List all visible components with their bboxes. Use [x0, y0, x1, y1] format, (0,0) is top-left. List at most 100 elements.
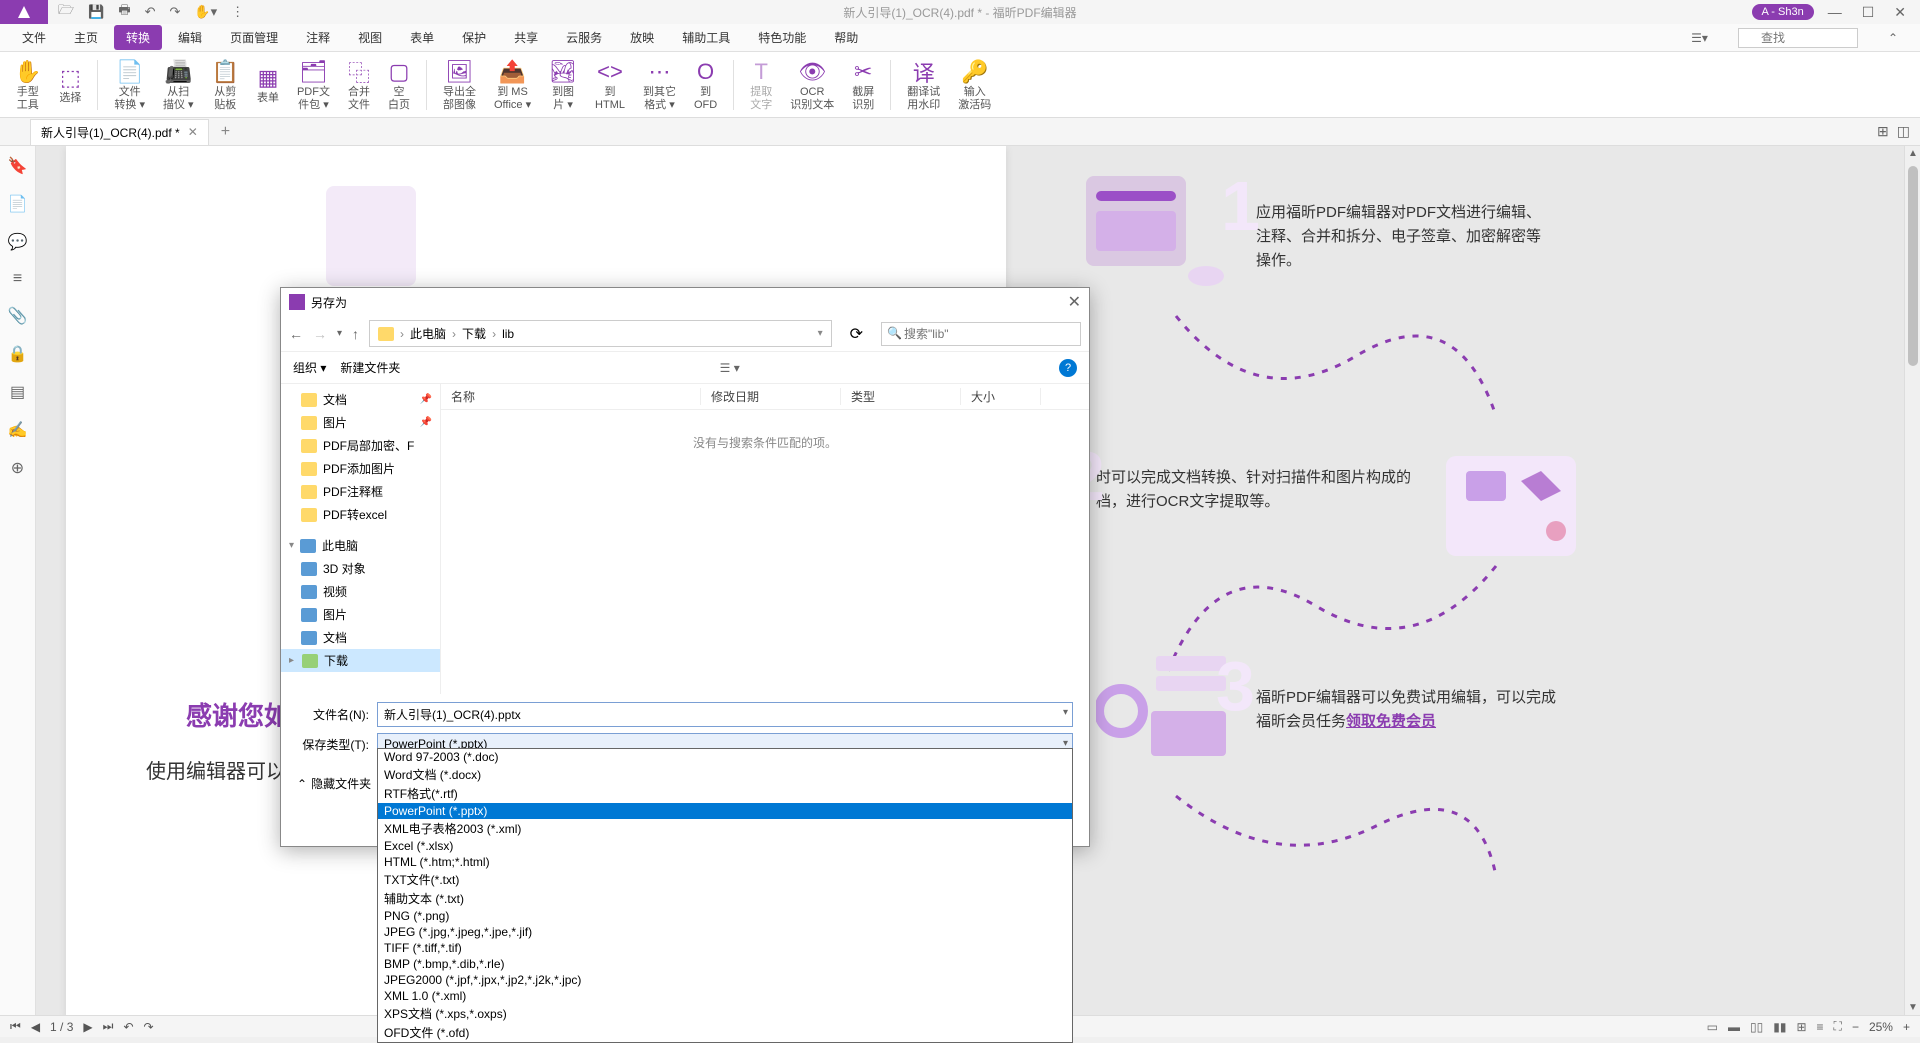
ribbon-export-images[interactable]: 🖼导出全 部图像 [437, 54, 482, 116]
menu-help[interactable]: 帮助 [822, 25, 870, 50]
ribbon-ocr[interactable]: 👁OCR 识别文本 [784, 54, 840, 116]
ribbon-file-convert[interactable]: 📄文件 转换 ▾ [108, 54, 151, 116]
breadcrumb[interactable]: › 此电脑 › 下载 › lib ▾ [369, 320, 832, 347]
menu-comment[interactable]: 注释 [294, 25, 342, 50]
ribbon-extract-text[interactable]: T提取 文字 [744, 54, 778, 116]
collapse-ribbon-icon[interactable]: ⌃ [1876, 27, 1910, 49]
hand-icon[interactable]: ✋▾ [194, 4, 217, 20]
column-name[interactable]: 名称 [441, 388, 701, 405]
nav-up-icon[interactable]: ↑ [352, 326, 359, 342]
help-icon[interactable]: ? [1059, 359, 1077, 377]
format-option[interactable]: TXT文件(*.txt) [378, 870, 1072, 889]
tab-close-icon[interactable]: ✕ [188, 125, 198, 139]
new-folder-button[interactable]: 新建文件夹 [340, 359, 400, 376]
menu-home[interactable]: 主页 [62, 25, 110, 50]
tell-me-icon[interactable]: ☰▾ [1679, 27, 1720, 49]
more-panels-icon[interactable]: ⊕ [11, 458, 24, 478]
scrollbar-thumb[interactable] [1908, 166, 1918, 366]
column-size[interactable]: 大小 [961, 388, 1041, 405]
format-option[interactable]: JPEG (*.jpg,*.jpeg,*.jpe,*.jif) [378, 924, 1072, 940]
view-options-icon[interactable]: ☰ ▾ [720, 361, 740, 375]
format-option[interactable]: PNG (*.png) [378, 908, 1072, 924]
ribbon-form[interactable]: ▦表单 [251, 54, 285, 116]
format-option[interactable]: RTF格式(*.rtf) [378, 784, 1072, 803]
menu-assist[interactable]: 辅助工具 [670, 25, 742, 50]
vertical-scrollbar[interactable]: ▲ ▼ [1904, 146, 1920, 1015]
first-page-icon[interactable]: ⏮ [10, 1019, 21, 1034]
undo-icon[interactable]: ↶ [145, 4, 156, 20]
close-button[interactable]: ✕ [1888, 4, 1912, 21]
view-facing-icon[interactable]: ▯▯ [1750, 1020, 1763, 1034]
fields-icon[interactable]: ▤ [10, 382, 25, 402]
menu-page[interactable]: 页面管理 [218, 25, 290, 50]
view-facing-cont-icon[interactable]: ▮▮ [1773, 1020, 1786, 1034]
attachments-icon[interactable]: 📎 [8, 306, 28, 326]
format-option[interactable]: JPEG2000 (*.jpf,*.jpx,*.jp2,*.j2k,*.jpc) [378, 972, 1072, 988]
view-continuous-icon[interactable]: ▬ [1728, 1020, 1740, 1034]
nav-recent-icon[interactable]: ▾ [337, 328, 342, 339]
file-list[interactable]: 名称 修改日期 类型 大小 没有与搜索条件匹配的项。 [441, 384, 1089, 694]
next-page-icon[interactable]: ▶ [83, 1020, 92, 1034]
ribbon-to-image[interactable]: 🏞到图 片 ▾ [543, 54, 583, 116]
ribbon-to-ofd[interactable]: O到 OFD [688, 54, 723, 116]
organize-button[interactable]: 组织 ▾ [293, 359, 326, 376]
ribbon-to-msoffice[interactable]: 📤到 MS Office ▾ [488, 54, 537, 116]
last-page-icon[interactable]: ⏭ [103, 1019, 114, 1034]
column-date[interactable]: 修改日期 [701, 388, 841, 405]
ribbon-to-other[interactable]: ⋯到其它 格式 ▾ [637, 54, 682, 116]
menu-present[interactable]: 放映 [618, 25, 666, 50]
format-option[interactable]: XPS文档 (*.xps,*.oxps) [378, 1004, 1072, 1023]
minimize-button[interactable]: — [1822, 4, 1848, 20]
nav-back-icon[interactable]: ↶ [123, 1020, 133, 1034]
format-option[interactable]: 辅助文本 (*.txt) [378, 889, 1072, 908]
menu-file[interactable]: 文件 [10, 25, 58, 50]
menu-convert[interactable]: 转换 [114, 25, 162, 50]
ribbon-screenshot-ocr[interactable]: ✂截屏 识别 [846, 54, 880, 116]
format-option[interactable]: XML 1.0 (*.xml) [378, 988, 1072, 1004]
dialog-close-button[interactable]: ✕ [1068, 292, 1081, 312]
comments-icon[interactable]: 💬 [8, 232, 28, 252]
ribbon-blank-page[interactable]: ▢空 白页 [382, 54, 416, 116]
page-indicator[interactable]: 1 / 3 [50, 1020, 73, 1034]
view-thumbs-icon[interactable]: ⊞ [1796, 1020, 1806, 1034]
format-option[interactable]: TIFF (*.tiff,*.tif) [378, 940, 1072, 956]
menu-view[interactable]: 视图 [346, 25, 394, 50]
tab-add-button[interactable]: + [221, 123, 230, 141]
nav-back-icon[interactable]: ← [289, 326, 303, 342]
prev-page-icon[interactable]: ◀ [31, 1020, 40, 1034]
format-option[interactable]: OFD文件 (*.ofd) [378, 1023, 1072, 1042]
reflow-icon[interactable]: ≡ [1817, 1020, 1824, 1034]
layers-icon[interactable]: ≡ [13, 270, 22, 288]
ribbon-from-clipboard[interactable]: 📋从剪 贴板 [206, 54, 245, 116]
format-option[interactable]: Word 97-2003 (*.doc) [378, 749, 1072, 765]
filename-input[interactable]: 新人引导(1)_OCR(4).pptx▾ [377, 702, 1073, 727]
qat-more-icon[interactable]: ⋮ [231, 4, 244, 20]
ribbon-translate[interactable]: 译翻译试 用水印 [901, 54, 946, 116]
menu-share[interactable]: 共享 [502, 25, 550, 50]
bookmark-icon[interactable]: 🔖 [8, 156, 28, 176]
redo-icon[interactable]: ↷ [170, 4, 181, 20]
view-grid-icon[interactable]: ⊞ [1877, 123, 1889, 140]
ribbon-portfolio[interactable]: 🗂PDF文 件包 ▾ [291, 54, 336, 116]
fit-page-icon[interactable]: ⛶ [1834, 1019, 1842, 1034]
menu-form[interactable]: 表单 [398, 25, 446, 50]
view-single-icon[interactable]: ▭ [1707, 1020, 1718, 1034]
menu-feature[interactable]: 特色功能 [746, 25, 818, 50]
ribbon-activate[interactable]: 🔑输入 激活码 [952, 54, 997, 116]
pages-icon[interactable]: 📄 [8, 194, 28, 214]
zoom-level[interactable]: 25% [1869, 1020, 1893, 1034]
nav-forward-icon[interactable]: → [313, 326, 327, 342]
menu-protect[interactable]: 保护 [450, 25, 498, 50]
security-icon[interactable]: 🔒 [8, 344, 28, 364]
format-option[interactable]: Word文档 (*.docx) [378, 765, 1072, 784]
user-badge[interactable]: A - Sh3n [1752, 4, 1814, 20]
print-icon[interactable]: 🖶 [118, 1, 130, 23]
dialog-search-input[interactable] [881, 322, 1081, 346]
zoom-in-icon[interactable]: + [1903, 1020, 1910, 1034]
refresh-icon[interactable]: ⟳ [842, 320, 871, 348]
document-tab[interactable]: 新人引导(1)_OCR(4).pdf * ✕ [30, 119, 209, 145]
search-input[interactable] [1738, 28, 1858, 48]
menu-edit[interactable]: 编辑 [166, 25, 214, 50]
open-icon[interactable]: 🗁 [58, 1, 74, 23]
folder-tree[interactable]: 文档📌 图片📌 PDF局部加密、F PDF添加图片 PDF注释框 PDF转exc… [281, 384, 441, 694]
